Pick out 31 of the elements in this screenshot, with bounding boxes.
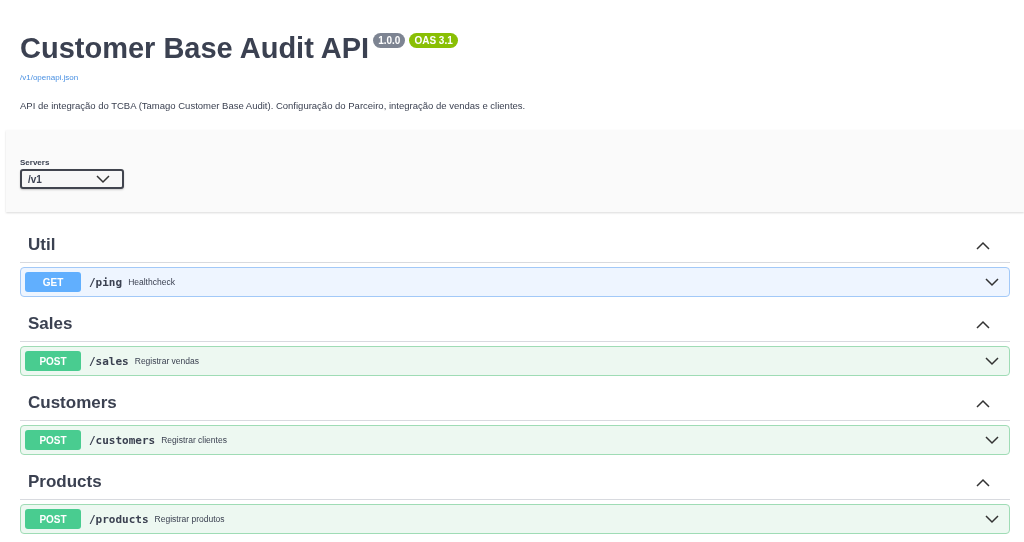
endpoint-path: /sales <box>89 354 129 368</box>
api-description: API de integração do TCBA (Tamago Customer Base Audit). Configuração do Parceiro, integração de vendas e clientes. <box>20 100 527 111</box>
spec-link[interactable]: /v1/openapi.json <box>20 73 79 82</box>
servers-select[interactable]: /v1 <box>20 169 124 189</box>
endpoint-path: /customers <box>89 433 156 447</box>
endpoint-path: /ping <box>89 275 123 289</box>
operation-row[interactable]: POST /customers Registrar clientes <box>20 425 1010 455</box>
chevron-up-icon[interactable] <box>976 319 990 329</box>
servers-label: Servers <box>20 158 51 167</box>
chevron-up-icon[interactable] <box>976 240 990 250</box>
endpoint-summary: Registrar produtos <box>154 514 226 524</box>
api-title: Customer Base Audit API <box>20 31 370 66</box>
chevron-down-icon[interactable] <box>985 435 999 445</box>
tag-title[interactable]: Util <box>28 235 56 255</box>
operation-row[interactable]: POST /products Registrar produtos <box>20 504 1010 534</box>
tag-title[interactable]: Customers <box>28 393 117 413</box>
tag-title[interactable]: Products <box>28 472 102 492</box>
oas-badge: OAS 3.1 <box>409 33 458 48</box>
operation-row[interactable]: POST /sales Registrar vendas <box>20 346 1010 376</box>
chevron-up-icon[interactable] <box>976 477 990 487</box>
chevron-down-icon[interactable] <box>985 514 999 524</box>
endpoint-summary: Registrar vendas <box>134 356 200 366</box>
chevron-down-icon[interactable] <box>985 356 999 366</box>
chevron-down-icon[interactable] <box>96 174 110 184</box>
tag-title[interactable]: Sales <box>28 314 73 334</box>
endpoint-summary: Registrar clientes <box>161 435 228 445</box>
endpoint-path: /products <box>89 512 149 526</box>
endpoint-summary: Healthcheck <box>128 277 176 287</box>
chevron-down-icon[interactable] <box>985 277 999 287</box>
chevron-up-icon[interactable] <box>976 398 990 408</box>
version-badge: 1.0.0 <box>373 33 406 48</box>
